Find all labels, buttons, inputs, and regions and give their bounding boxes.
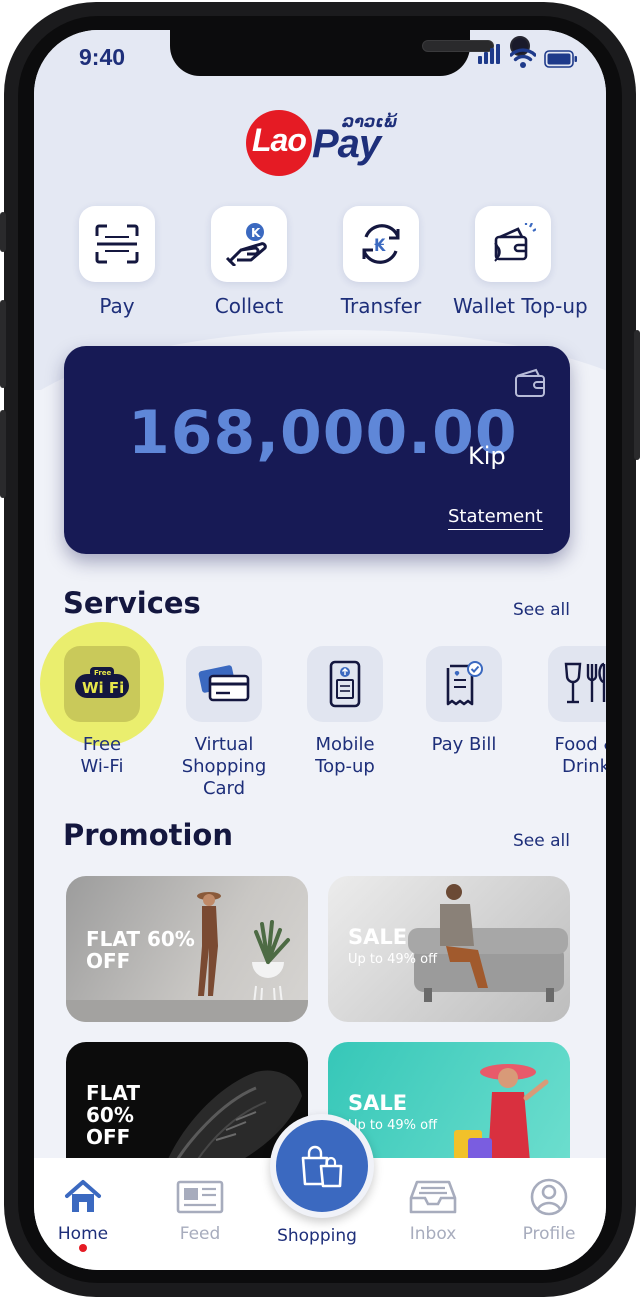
service-mobile-topup[interactable]: Mobile Top-up xyxy=(285,646,405,778)
mobile-icon xyxy=(329,660,361,708)
tab-profile[interactable]: Profile xyxy=(503,1178,595,1244)
tab-inbox[interactable]: Inbox xyxy=(387,1178,479,1244)
shopping-fab-button[interactable] xyxy=(270,1114,374,1218)
quick-action-collect[interactable]: K Collect xyxy=(189,206,309,318)
feed-icon xyxy=(176,1180,224,1214)
svg-text:₭: ₭ xyxy=(374,236,386,256)
shopping-bag-icon xyxy=(301,1145,343,1188)
power-button xyxy=(634,330,640,460)
active-tab-indicator xyxy=(79,1244,87,1252)
promo-image-sofa xyxy=(408,884,568,1002)
statement-link[interactable]: Statement xyxy=(448,506,543,530)
tab-shopping-label[interactable]: Shopping xyxy=(260,1226,374,1246)
home-icon xyxy=(65,1180,101,1212)
laopay-logo: Lao Pay ລາວເພ້ xyxy=(244,108,404,180)
quick-action-transfer[interactable]: ₭ Transfer xyxy=(321,206,441,318)
scan-icon xyxy=(95,224,139,264)
status-icons xyxy=(478,44,578,68)
inbox-icon xyxy=(409,1180,457,1214)
mute-switch xyxy=(0,212,6,252)
services-see-all-link[interactable]: See all xyxy=(513,600,570,620)
promo-card-flat-60[interactable]: FLAT 60% OFF xyxy=(66,876,308,1022)
battery-icon xyxy=(544,50,577,68)
promo-card-sale-1[interactable]: SALE Up to 49% off xyxy=(328,876,570,1022)
service-pay-bill[interactable]: Pay Bill xyxy=(404,646,524,756)
services-title: Services xyxy=(63,586,201,620)
wifi-signal-icon xyxy=(510,48,536,68)
wifi-icon: Free Wi Fi xyxy=(75,667,129,698)
svg-text:Wi Fi: Wi Fi xyxy=(82,679,124,697)
quick-action-wallet-topup[interactable]: Wallet Top-up xyxy=(453,206,588,318)
status-time: 9:40 xyxy=(79,44,126,70)
volume-up-button xyxy=(0,300,6,388)
svg-text:Free: Free xyxy=(94,669,112,677)
tab-home[interactable]: Home xyxy=(37,1178,129,1244)
cellular-signal-icon xyxy=(478,44,502,68)
promotion-see-all-link[interactable]: See all xyxy=(513,831,570,851)
notch xyxy=(170,30,530,76)
svg-text:K: K xyxy=(251,226,261,240)
transfer-icon: ₭ xyxy=(362,224,400,264)
food-drink-icon xyxy=(564,662,606,704)
balance-unit: Kip xyxy=(468,442,506,470)
cards-icon xyxy=(198,665,250,702)
wallet-icon[interactable] xyxy=(514,368,548,398)
collect-icon: K xyxy=(225,223,267,266)
promotion-title: Promotion xyxy=(63,818,233,852)
service-food-drink[interactable]: Food & Drink xyxy=(526,646,606,778)
bill-icon xyxy=(446,661,483,706)
service-virtual-shopping-card[interactable]: Virtual Shopping Card xyxy=(164,646,284,800)
balance-amount: 168,000.00 xyxy=(128,398,518,468)
app-screen: 9:40 Lao Pay ລາວເພ້ Pay K Collect ₭ Tran… xyxy=(34,30,606,1270)
profile-icon xyxy=(530,1178,568,1216)
tab-feed[interactable]: Feed xyxy=(154,1178,246,1244)
wallet-topup-icon xyxy=(494,223,536,262)
quick-action-pay[interactable]: Pay xyxy=(57,206,177,318)
service-free-wifi[interactable]: Free Wi Fi Free Wi-Fi xyxy=(42,646,162,778)
phone-frame: 9:40 Lao Pay ລາວເພ້ Pay K Collect ₭ Tran… xyxy=(0,0,640,1299)
volume-down-button xyxy=(0,410,6,498)
balance-card: 168,000.00 Kip Statement xyxy=(64,346,570,554)
